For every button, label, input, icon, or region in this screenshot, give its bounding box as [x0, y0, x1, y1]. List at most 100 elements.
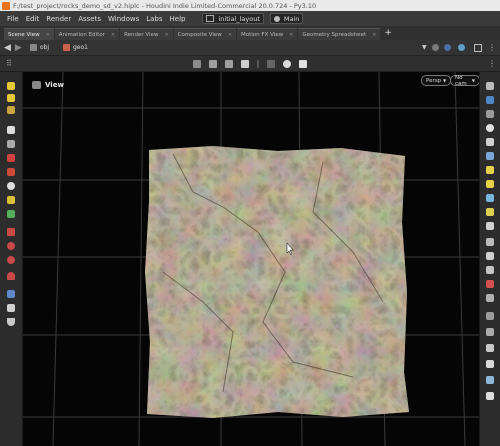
close-icon[interactable]: ✕ — [289, 32, 293, 38]
path-geo[interactable]: geo1 — [63, 44, 88, 51]
lock-tool-icon[interactable] — [7, 140, 15, 148]
tab-motion-fx-view[interactable]: Motion FX View ✕ — [237, 28, 298, 40]
display-options-icon[interactable] — [486, 82, 494, 90]
rock-mesh[interactable] — [145, 146, 409, 418]
lock-icon[interactable] — [267, 59, 275, 68]
isolate-icon[interactable] — [486, 294, 494, 302]
viewport-canvas[interactable] — [23, 72, 480, 446]
brush-select-icon[interactable] — [7, 256, 15, 264]
menu-edit[interactable]: Edit — [26, 15, 40, 23]
tab-label: Geometry Spreadsheet — [302, 31, 367, 38]
snapshot-icon[interactable] — [486, 280, 494, 288]
group-list-icon[interactable] — [486, 312, 494, 320]
back-arrow-icon[interactable]: ◀ — [4, 43, 11, 53]
path-obj[interactable]: obj — [29, 44, 49, 51]
close-icon[interactable]: ✕ — [111, 32, 115, 38]
arrow-select-icon[interactable] — [7, 126, 15, 134]
menu-assets[interactable]: Assets — [78, 15, 101, 23]
camera-lock-icon[interactable] — [486, 344, 494, 352]
snap-magnet-icon[interactable] — [7, 272, 15, 280]
maximize-icon[interactable] — [474, 44, 482, 52]
ghost-icon[interactable] — [486, 152, 494, 160]
camera-icon[interactable] — [299, 59, 307, 68]
close-icon[interactable]: ✕ — [164, 32, 168, 38]
tab-label: Motion FX View — [241, 31, 284, 38]
menu-windows[interactable]: Windows — [108, 15, 139, 23]
pin-icon[interactable] — [432, 44, 439, 51]
camera-button[interactable]: No cam ▼ — [450, 75, 480, 87]
home-icon[interactable] — [486, 360, 494, 368]
desktop-selector[interactable]: initial_layout — [202, 13, 264, 24]
persp-button[interactable]: Persp ▼ — [421, 75, 452, 86]
tab-composite-view[interactable]: Composite View ✕ — [173, 28, 237, 40]
snap-icon[interactable] — [225, 59, 233, 68]
close-icon[interactable]: ✕ — [228, 32, 232, 38]
tab-render-view[interactable]: Render View ✕ — [120, 28, 173, 40]
wireframe-icon[interactable] — [486, 110, 494, 118]
select-tool-icon[interactable] — [7, 82, 15, 90]
title-bar: F:/test_project/rocks_demo_sd_v2.hiplc -… — [0, 0, 500, 11]
context-selector[interactable]: Main — [269, 13, 304, 24]
close-icon[interactable]: ✕ — [372, 32, 376, 38]
path-dropdown-icon[interactable]: ▼ — [422, 44, 427, 51]
primitive-select-icon[interactable] — [7, 290, 15, 298]
light-icon[interactable] — [283, 59, 291, 68]
tab-geometry-spreadsheet[interactable]: Geometry Spreadsheet ✕ — [298, 28, 381, 40]
grid-dots-icon[interactable]: ⠿ — [6, 59, 12, 68]
flipbook-icon[interactable] — [486, 328, 494, 336]
frame-icon[interactable] — [486, 252, 494, 260]
divider-icon — [257, 59, 259, 68]
points-icon[interactable] — [486, 180, 494, 188]
tab-scene-view[interactable]: Scene View ✕ — [4, 28, 54, 40]
render-region-icon[interactable] — [486, 376, 494, 384]
brush-tool-icon[interactable] — [7, 168, 15, 176]
pane-menu-icon[interactable]: ⋮ — [488, 43, 496, 52]
menu-render[interactable]: Render — [46, 15, 71, 23]
select-icon[interactable] — [193, 59, 201, 68]
scene-viewport[interactable]: View Persp ▼ No cam ▼ — [23, 72, 480, 446]
tab-label: Animation Editor — [58, 31, 105, 38]
shading-icon[interactable] — [486, 96, 494, 104]
viewport-layout-icon[interactable] — [486, 392, 494, 400]
context-icon — [273, 15, 280, 22]
help-icon[interactable] — [458, 44, 465, 51]
particle-icon[interactable] — [486, 222, 494, 230]
window-title: F:/test_project/rocks_demo_sd_v2.hiplc -… — [13, 1, 317, 10]
toolbar-menu-icon[interactable]: ⋮ — [488, 59, 496, 68]
menu-labs[interactable]: Labs — [146, 15, 162, 23]
cube-tool-icon[interactable] — [7, 304, 15, 312]
uv-icon[interactable] — [486, 194, 494, 202]
network-link-icon[interactable] — [444, 44, 451, 51]
chevron-down-icon: ▼ — [443, 78, 447, 83]
bowl-tool-icon[interactable] — [7, 318, 15, 326]
vertex-icon[interactable] — [486, 208, 494, 216]
menu-help[interactable]: Help — [170, 15, 186, 23]
guide-icon[interactable] — [486, 238, 494, 246]
safe-area-icon[interactable] — [486, 266, 494, 274]
forward-arrow-icon[interactable]: ▶ — [15, 43, 22, 53]
transform-tool-icon[interactable] — [7, 94, 15, 102]
frame-select-icon[interactable] — [7, 228, 15, 236]
viewport-label[interactable]: View — [45, 81, 64, 89]
tab-label: Composite View — [177, 31, 222, 38]
path-geo-label: geo1 — [73, 44, 88, 51]
view-tool-icon[interactable] — [7, 182, 15, 190]
close-icon[interactable]: ✕ — [46, 32, 50, 38]
transform-icon[interactable] — [209, 59, 217, 68]
pose-tool-icon[interactable] — [7, 106, 15, 114]
viewport-toolbar: ⠿ ⋮ — [0, 56, 500, 72]
magnet-tool-icon[interactable] — [7, 210, 15, 218]
menu-file[interactable]: File — [7, 15, 19, 23]
view-menu-icon[interactable] — [32, 81, 41, 89]
add-tab-icon[interactable]: + — [384, 28, 392, 38]
paint-tool-icon[interactable] — [7, 154, 15, 162]
normals-icon[interactable] — [486, 166, 494, 174]
tab-animation-editor[interactable]: Animation Editor ✕ — [54, 28, 120, 40]
menu-bar: File Edit Render Assets Windows Labs Hel… — [0, 11, 500, 26]
handle-tool-icon[interactable] — [7, 196, 15, 204]
lighting-icon[interactable] — [486, 124, 494, 132]
desktop-name: initial_layout — [218, 14, 260, 23]
group-icon[interactable] — [241, 59, 249, 68]
lasso-select-icon[interactable] — [7, 242, 15, 250]
background-icon[interactable] — [486, 138, 494, 146]
